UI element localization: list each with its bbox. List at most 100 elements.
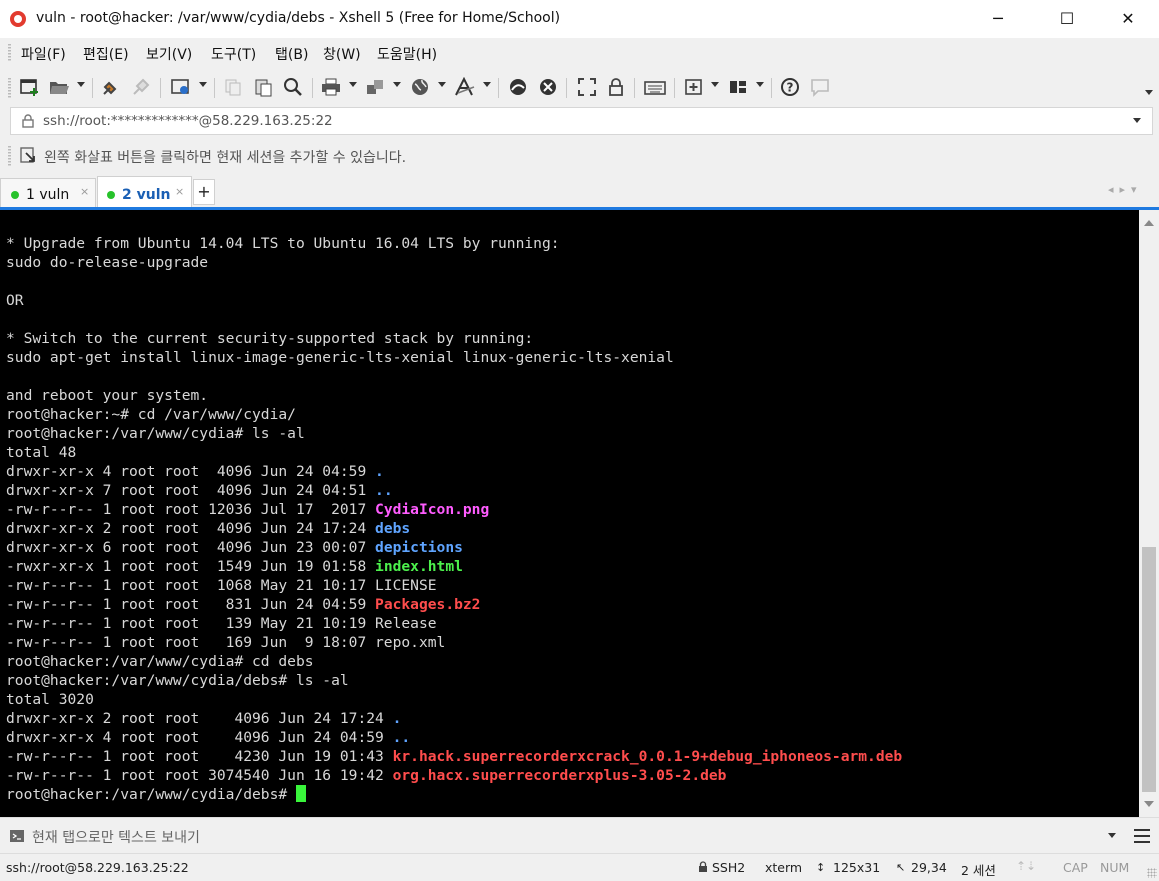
menu-file[interactable]: 파일(F) [21, 44, 66, 64]
tab-1-vuln[interactable]: 1 vuln × [0, 178, 96, 208]
file-name-blue: . [392, 710, 402, 727]
menu-edit[interactable]: 편집(E) [83, 44, 129, 64]
file-name-blue: .. [392, 729, 411, 746]
file-name-blue: debs [375, 520, 411, 537]
terminal-text: root@hacker:/var/www/cydia# cd debs [6, 653, 314, 670]
terminal-line: -rw-r--r-- 1 root root 169 Jun 9 18:07 r… [6, 633, 902, 652]
status-sessions: 2 세션 [961, 863, 996, 878]
minimize-button[interactable]: ─ [975, 0, 1021, 38]
add-session-arrow-icon[interactable] [20, 147, 38, 169]
terminal-text: -rw-r--r-- 1 root root 139 May 21 10:19 … [6, 615, 437, 632]
lock-icon[interactable] [605, 76, 627, 98]
terminal-line: sudo apt-get install linux-image-generic… [6, 348, 902, 367]
scrollbar-thumb[interactable] [1142, 547, 1156, 792]
toolbar-separator [312, 78, 313, 98]
terminal-text: drwxr-xr-x 4 root root 4096 Jun 24 04:59 [6, 729, 393, 746]
menu-help[interactable]: 도움말(H) [377, 44, 437, 64]
terminal-text: root@hacker:/var/www/cydia/debs# [6, 786, 296, 803]
chevron-down-icon[interactable] [438, 82, 446, 87]
terminal-area[interactable]: * Upgrade from Ubuntu 14.04 LTS to Ubunt… [0, 210, 1139, 817]
toolbar-overflow-icon[interactable] [1145, 90, 1153, 95]
scroll-down-icon[interactable] [1144, 801, 1154, 807]
terminal-line: root@hacker:~# cd /var/www/cydia/ [6, 405, 902, 424]
reconnect-icon[interactable] [100, 76, 122, 98]
terminal-text: drwxr-xr-x 2 root root 4096 Jun 24 17:24 [6, 520, 376, 537]
resize-grip-icon[interactable] [1147, 868, 1157, 878]
status-size: 125x31 [833, 860, 881, 875]
terminal-scrollbar[interactable] [1139, 210, 1159, 817]
file-name-blue: .. [375, 482, 393, 499]
tab-scroll-icons[interactable]: ◂▸▾ [1108, 183, 1143, 196]
keyboard-icon[interactable] [644, 76, 666, 98]
toolbar-separator [634, 78, 635, 98]
tab-2-vuln[interactable]: 2 vuln × [97, 176, 192, 209]
properties-icon[interactable] [170, 76, 192, 98]
toolbar-separator [674, 78, 675, 98]
xftp-icon[interactable] [507, 76, 529, 98]
paste-icon[interactable] [252, 76, 274, 98]
chevron-down-icon[interactable] [711, 82, 719, 87]
chevron-down-icon[interactable] [349, 82, 357, 87]
terminal-text: -rw-r--r-- 1 root root 4230 Jun 19 01:43 [6, 748, 393, 765]
address-input[interactable]: ssh://root:*************@58.229.163.25:2… [43, 113, 333, 129]
transfer-icon[interactable] [364, 76, 386, 98]
menu-view[interactable]: 보기(V) [146, 44, 192, 64]
chevron-down-icon[interactable] [77, 82, 85, 87]
chevron-down-icon[interactable] [199, 82, 207, 87]
toolbar-separator [498, 78, 499, 98]
compose-input[interactable]: 현재 탭으로만 텍스트 보내기 [32, 827, 200, 847]
terminal-line: -rw-r--r-- 1 root root 1068 May 21 10:17… [6, 576, 902, 595]
terminal-text: root@hacker:/var/www/cydia/debs# ls -al [6, 672, 349, 689]
open-folder-icon[interactable] [48, 76, 70, 98]
new-session-icon[interactable] [18, 76, 40, 98]
terminal-line: root@hacker:/var/www/cydia/debs# [6, 785, 902, 804]
svg-text:?: ? [787, 81, 794, 95]
fullscreen-icon[interactable] [576, 76, 598, 98]
terminal-text: -rw-r--r-- 1 root root 12036 Jul 17 2017 [6, 501, 376, 518]
close-button[interactable]: ✕ [1105, 0, 1151, 38]
new-tab-button[interactable]: + [193, 179, 215, 205]
print-icon[interactable] [320, 76, 342, 98]
font-icon[interactable] [454, 76, 476, 98]
chevron-down-icon[interactable] [483, 82, 491, 87]
terminal-line: -rw-r--r-- 1 root root 12036 Jul 17 2017… [6, 500, 902, 519]
chevron-down-icon[interactable] [1108, 833, 1116, 838]
layout-icon[interactable] [727, 76, 749, 98]
help-icon[interactable]: ? [779, 76, 801, 98]
terminal-cursor [295, 785, 306, 802]
find-icon[interactable] [282, 76, 304, 98]
terminal-line: drwxr-xr-x 6 root root 4096 Jun 23 00:07… [6, 538, 902, 557]
xmanager-icon[interactable] [537, 76, 559, 98]
menu-window[interactable]: 창(W) [323, 44, 361, 64]
hamburger-menu-icon[interactable] [1133, 828, 1151, 848]
terminal-text: -rwxr-xr-x 1 root root 1549 Jun 19 01:58 [6, 558, 376, 575]
file-name-blue: . [375, 463, 384, 480]
copy-icon[interactable] [222, 76, 244, 98]
terminal-text: -rw-r--r-- 1 root root 3074540 Jun 16 19… [6, 767, 393, 784]
terminal-line: and reboot your system. [6, 386, 902, 405]
address-bar[interactable]: ssh://root:*************@58.229.163.25:2… [10, 107, 1153, 135]
tab-close-icon[interactable]: × [80, 185, 89, 198]
chevron-down-icon[interactable] [1133, 118, 1141, 123]
terminal-text: -rw-r--r-- 1 root root 169 Jun 9 18:07 r… [6, 634, 446, 651]
status-num: NUM [1100, 860, 1130, 875]
chat-icon[interactable] [809, 76, 831, 98]
terminal-prompt-icon [9, 828, 25, 848]
grip-icon [8, 146, 11, 166]
chevron-down-icon[interactable] [393, 82, 401, 87]
tab-label: 1 vuln [26, 187, 70, 203]
scroll-up-icon[interactable] [1144, 220, 1154, 226]
window-title: vuln - root@hacker: /var/www/cydia/debs … [36, 10, 561, 26]
terminal-text: and reboot your system. [6, 387, 209, 404]
menu-tab[interactable]: 탭(B) [275, 44, 308, 64]
toolbar-separator [214, 78, 215, 98]
globe-icon[interactable] [409, 76, 431, 98]
new-tab-icon[interactable] [683, 76, 705, 98]
tab-close-icon[interactable]: × [175, 185, 184, 198]
terminal-line: root@hacker:/var/www/cydia# cd debs [6, 652, 902, 671]
maximize-button[interactable]: ☐ [1044, 0, 1090, 38]
session-hint-bar: 왼쪽 화살표 버튼을 클릭하면 현재 세션을 추가할 수 있습니다. [0, 140, 1159, 172]
disconnect-icon[interactable] [130, 76, 152, 98]
menu-tools[interactable]: 도구(T) [211, 44, 256, 64]
chevron-down-icon[interactable] [756, 82, 764, 87]
